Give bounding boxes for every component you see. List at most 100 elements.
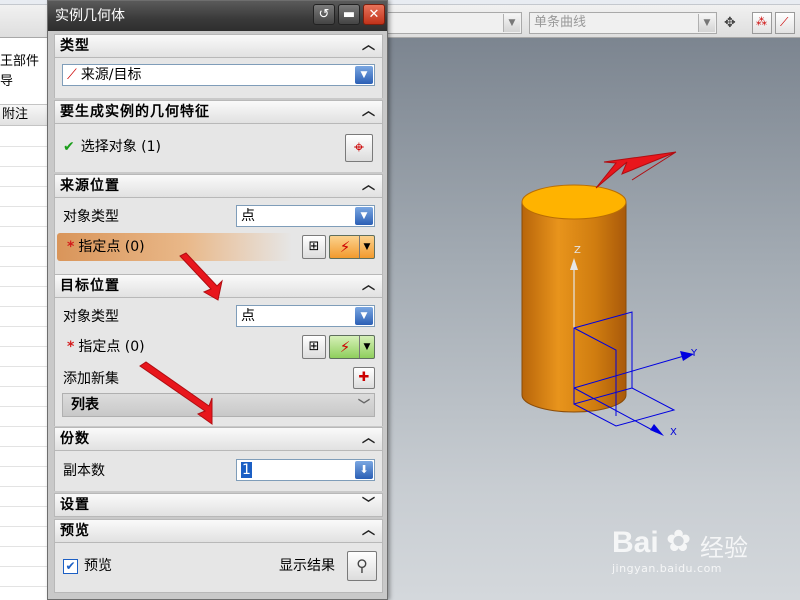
- collapse-icon[interactable]: ︿: [358, 176, 380, 196]
- copies-section-title: 份数: [60, 431, 90, 447]
- reset-button[interactable]: ↺: [313, 4, 335, 25]
- chevron-down-icon: ▼: [355, 307, 373, 325]
- close-icon: ✕: [368, 7, 380, 22]
- preview-checkbox[interactable]: ✔: [63, 559, 78, 574]
- list-item[interactable]: [0, 386, 48, 387]
- list-item[interactable]: [0, 306, 48, 307]
- list-item[interactable]: [0, 366, 48, 367]
- preview-checkbox-label: 预览: [84, 558, 112, 574]
- source-section-header[interactable]: 来源位置 ︿: [54, 174, 383, 198]
- geometry-section-title: 要生成实例的几何特征: [60, 104, 210, 120]
- copies-count-label: 副本数: [63, 463, 105, 479]
- point-dialog-icon: ⊞: [308, 239, 320, 254]
- list-item[interactable]: [0, 406, 48, 407]
- target-section-header[interactable]: 目标位置 ︿: [54, 274, 383, 298]
- part-navigator-panel: 王部件导 附注: [0, 38, 48, 600]
- point-snap-icon: ⁂: [756, 15, 767, 28]
- point-dialog-icon: ⊞: [308, 339, 320, 354]
- list-item[interactable]: [0, 426, 48, 427]
- list-item[interactable]: [0, 246, 48, 247]
- point-dialog-button[interactable]: ⊞: [302, 235, 326, 259]
- down-arrow-icon[interactable]: ⬇: [355, 461, 373, 479]
- inferred-point-button[interactable]: ⚡ ▼: [329, 335, 375, 359]
- curve-rule-value: 单条曲线: [534, 15, 587, 30]
- show-result-label: 显示结果: [279, 558, 335, 574]
- filter-combo[interactable]: ▼: [386, 12, 522, 34]
- show-result-button[interactable]: ⚲: [347, 551, 377, 581]
- list-item[interactable]: [0, 346, 48, 347]
- collapse-icon[interactable]: ︿: [358, 36, 380, 56]
- checkmark-icon: ✔: [65, 559, 76, 573]
- target-section-title: 目标位置: [60, 278, 120, 294]
- point-dialog-button[interactable]: ⊞: [302, 335, 326, 359]
- list-item[interactable]: [0, 146, 48, 147]
- copies-section-header[interactable]: 份数 ︿: [54, 427, 383, 451]
- source-object-type-dropdown[interactable]: 点 ▼: [236, 205, 375, 227]
- line-icon: ⟋: [67, 67, 77, 83]
- list-item[interactable]: [0, 286, 48, 287]
- chevron-down-icon: ▼: [359, 336, 374, 358]
- list-item[interactable]: [0, 506, 48, 507]
- list-item[interactable]: [0, 266, 48, 267]
- minimize-button[interactable]: ▬: [338, 4, 360, 25]
- type-dropdown[interactable]: ⟋ 来源/目标 ▼: [62, 64, 375, 86]
- geometry-section-header[interactable]: 要生成实例的几何特征 ︿: [54, 100, 383, 124]
- select-object-button[interactable]: ⌖: [345, 134, 373, 162]
- y-axis-label: Y: [691, 348, 698, 359]
- line-snap-button[interactable]: ⟋: [775, 12, 795, 34]
- list-item[interactable]: [0, 206, 48, 207]
- preview-section-header[interactable]: 预览 ︿: [54, 519, 383, 543]
- type-section-header[interactable]: 类型 ︿: [54, 34, 383, 58]
- list-item[interactable]: [0, 466, 48, 467]
- select-object-row[interactable]: ✔ 选择对象 (1): [63, 138, 161, 156]
- required-marker: *: [67, 339, 75, 355]
- add-new-set-button[interactable]: ✚: [353, 367, 375, 389]
- settings-section-title: 设置: [60, 497, 90, 513]
- list-item[interactable]: [0, 186, 48, 187]
- magnifier-icon: ⚲: [356, 556, 368, 575]
- collapse-icon[interactable]: ︿: [358, 276, 380, 296]
- inferred-point-button[interactable]: ⚡ ▼: [329, 235, 375, 259]
- source-specify-point-row[interactable]: * 指定点 (0): [67, 238, 145, 256]
- list-label: 列表: [71, 397, 99, 413]
- list-header[interactable]: 列表 ﹀: [62, 393, 375, 417]
- target-specify-point-label: 指定点 (0): [78, 339, 145, 355]
- list-item[interactable]: [0, 586, 48, 587]
- target-object-type-value: 点: [241, 308, 255, 324]
- z-axis-label: Z: [574, 245, 581, 256]
- collapse-icon[interactable]: ︿: [358, 102, 380, 122]
- copies-count-value: 1: [241, 462, 252, 478]
- dialog-title-bar[interactable]: 实例几何体 ↺ ▬ ✕: [48, 1, 387, 31]
- point-snap-button[interactable]: ⁂: [752, 12, 772, 34]
- add-new-set-label: 添加新集: [63, 371, 119, 387]
- expand-icon[interactable]: ﹀: [358, 495, 380, 515]
- source-object-type-value: 点: [241, 208, 255, 224]
- list-item[interactable]: [0, 526, 48, 527]
- close-button[interactable]: ✕: [363, 4, 385, 25]
- minimize-icon: ▬: [342, 7, 356, 22]
- settings-section-header[interactable]: 设置 ﹀: [54, 493, 383, 517]
- list-item[interactable]: [0, 486, 48, 487]
- collapse-icon[interactable]: ︿: [358, 521, 380, 541]
- reset-icon: ↺: [318, 7, 330, 22]
- snap-point-icon[interactable]: ✥: [724, 12, 744, 34]
- annotation-column-header[interactable]: 附注: [0, 104, 48, 126]
- expand-icon[interactable]: ﹀: [358, 394, 370, 416]
- list-item[interactable]: [0, 326, 48, 327]
- list-item[interactable]: [0, 546, 48, 547]
- add-point-icon: ✚: [358, 370, 370, 385]
- target-specify-point-row[interactable]: * 指定点 (0): [67, 338, 145, 356]
- annotation-column-label: 附注: [2, 107, 29, 122]
- graphics-viewport[interactable]: Z Y X: [384, 38, 800, 600]
- curve-rule-combo[interactable]: 单条曲线 ▼: [529, 12, 717, 34]
- list-item[interactable]: [0, 446, 48, 447]
- copies-count-input[interactable]: 1 ⬇: [236, 459, 375, 481]
- list-item[interactable]: [0, 166, 48, 167]
- type-section-body: ⟋ 来源/目标 ▼: [54, 58, 383, 98]
- type-dropdown-value: 来源/目标: [80, 67, 142, 83]
- list-item[interactable]: [0, 566, 48, 567]
- list-item[interactable]: [0, 226, 48, 227]
- source-section-title: 来源位置: [60, 178, 120, 194]
- collapse-icon[interactable]: ︿: [358, 429, 380, 449]
- target-object-type-dropdown[interactable]: 点 ▼: [236, 305, 375, 327]
